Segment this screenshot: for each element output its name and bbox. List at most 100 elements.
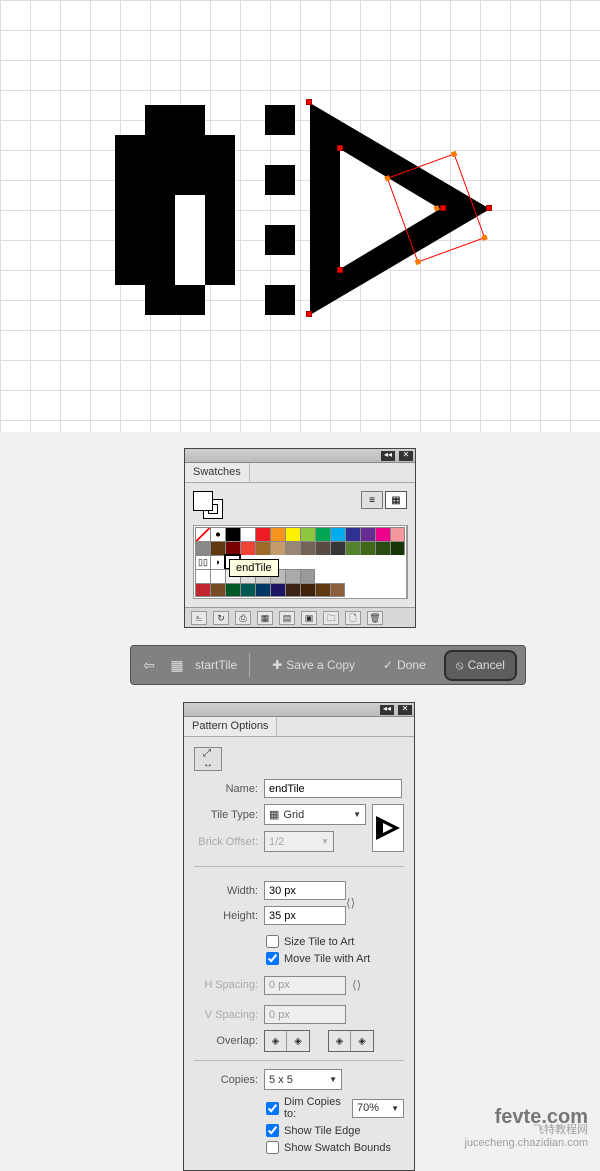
color-swatch[interactable] — [300, 541, 315, 555]
color-swatch[interactable] — [225, 583, 240, 597]
color-swatch[interactable] — [300, 527, 315, 541]
shape-rect[interactable] — [115, 135, 235, 285]
fill-stroke-indicator[interactable] — [193, 491, 225, 519]
grid-view-button[interactable]: ▦ — [385, 491, 407, 509]
color-swatch[interactable] — [390, 541, 405, 555]
save-copy-button[interactable]: ✚ Save a Copy — [262, 652, 365, 678]
move-tile-checkbox[interactable]: Move Tile with Art — [266, 952, 404, 965]
size-tile-checkbox[interactable]: Size Tile to Art — [266, 935, 404, 948]
color-swatch[interactable] — [300, 569, 315, 583]
color-swatch[interactable] — [240, 541, 255, 555]
color-swatch[interactable] — [240, 583, 255, 597]
color-swatch[interactable] — [270, 527, 285, 541]
anchor-point[interactable] — [306, 99, 312, 105]
copies-select[interactable]: 5 x 5 ▼ — [264, 1069, 342, 1090]
none-swatch[interactable] — [195, 527, 210, 541]
color-swatch[interactable] — [345, 527, 360, 541]
color-swatch[interactable] — [210, 569, 225, 583]
checkbox[interactable] — [266, 935, 279, 948]
color-swatch[interactable] — [285, 527, 300, 541]
color-swatch[interactable] — [270, 541, 285, 555]
show-tile-edge-checkbox[interactable]: Show Tile Edge — [266, 1124, 404, 1137]
color-swatch[interactable] — [255, 583, 270, 597]
color-swatch[interactable] — [330, 541, 345, 555]
color-swatch[interactable] — [255, 527, 270, 541]
footer-icon[interactable]: ↻ — [213, 611, 229, 625]
shape-rect[interactable] — [145, 285, 205, 315]
color-swatch[interactable] — [390, 527, 405, 541]
overlap-right-button[interactable]: ◈ — [287, 1031, 309, 1051]
show-swatch-bounds-checkbox[interactable]: Show Swatch Bounds — [266, 1141, 404, 1154]
footer-icon[interactable]: ▤ — [279, 611, 295, 625]
color-swatch[interactable] — [360, 541, 375, 555]
scrollbar[interactable] — [407, 525, 408, 599]
panel-close-icon[interactable]: ✕ — [398, 705, 412, 715]
tile-edge-tool[interactable]: ⤢↔ — [194, 747, 222, 771]
color-swatch[interactable] — [360, 527, 375, 541]
color-swatch[interactable] — [225, 541, 240, 555]
color-swatch[interactable] — [315, 527, 330, 541]
color-swatch[interactable] — [315, 541, 330, 555]
color-swatch[interactable] — [195, 583, 210, 597]
registration-swatch[interactable] — [210, 527, 225, 541]
footer-icon[interactable]: 🗑 — [367, 611, 383, 625]
fill-swatch[interactable] — [193, 491, 213, 511]
anchor-point[interactable] — [306, 311, 312, 317]
tab-pattern-options[interactable]: Pattern Options — [184, 717, 277, 736]
pattern-swatch[interactable]: ◗ — [210, 555, 225, 569]
list-view-button[interactable]: ≡ — [361, 491, 383, 509]
anchor-point[interactable] — [486, 205, 492, 211]
shape-dash[interactable] — [265, 165, 295, 195]
color-swatch[interactable] — [210, 583, 225, 597]
color-swatch[interactable] — [195, 541, 210, 555]
shape-rect[interactable] — [145, 105, 205, 135]
color-swatch[interactable] — [315, 583, 330, 597]
footer-icon[interactable]: ▦ — [257, 611, 273, 625]
footer-icon[interactable]: 🗋 — [345, 611, 361, 625]
color-swatch[interactable] — [300, 583, 315, 597]
color-swatch[interactable] — [270, 583, 285, 597]
checkbox[interactable] — [266, 1102, 279, 1115]
name-input[interactable] — [264, 779, 402, 798]
tiletype-select[interactable]: ▦ Grid ▼ — [264, 804, 366, 825]
panel-menu-icon[interactable]: ◂◂ — [381, 451, 395, 461]
footer-icon[interactable]: ▣ — [301, 611, 317, 625]
color-swatch[interactable] — [210, 541, 225, 555]
tab-swatches[interactable]: Swatches — [185, 463, 250, 482]
shape-dash[interactable] — [265, 105, 295, 135]
color-swatch[interactable] — [345, 541, 360, 555]
pattern-swatch[interactable]: ▯▯ — [195, 555, 210, 569]
color-swatch[interactable] — [285, 583, 300, 597]
color-swatch[interactable] — [330, 583, 345, 597]
color-swatch[interactable] — [285, 569, 300, 583]
shape-dash[interactable] — [265, 285, 295, 315]
checkbox[interactable] — [266, 952, 279, 965]
checkbox[interactable] — [266, 1124, 279, 1137]
cancel-button[interactable]: ⦸ Cancel — [444, 650, 517, 681]
shape-dash[interactable] — [265, 225, 295, 255]
selection-handle[interactable] — [433, 205, 439, 211]
link-dimensions-icon[interactable]: ⟨⟩ — [346, 889, 362, 917]
anchor-point[interactable] — [337, 267, 343, 273]
color-swatch[interactable] — [225, 527, 240, 541]
dim-copies-checkbox[interactable]: Dim Copies to: 70% ▼ — [266, 1096, 404, 1120]
color-swatch[interactable] — [240, 527, 255, 541]
panel-menu-icon[interactable]: ◂◂ — [380, 705, 394, 715]
color-swatch[interactable] — [375, 527, 390, 541]
footer-icon[interactable]: 🗀 — [323, 611, 339, 625]
dim-percent-select[interactable]: 70% ▼ — [352, 1099, 404, 1118]
selection-handle[interactable] — [384, 175, 390, 181]
color-swatch[interactable] — [285, 541, 300, 555]
panel-close-icon[interactable]: ✕ — [399, 451, 413, 461]
height-input[interactable] — [264, 906, 346, 925]
overlap-left-button[interactable]: ◈ — [265, 1031, 287, 1051]
color-swatch[interactable] — [330, 527, 345, 541]
overlap-bottom-button[interactable]: ◈ — [351, 1031, 373, 1051]
footer-icon[interactable]: ⎙ — [235, 611, 251, 625]
color-swatch[interactable] — [375, 541, 390, 555]
anchor-point[interactable] — [337, 145, 343, 151]
back-arrow-icon[interactable]: ⇦ — [139, 655, 159, 675]
footer-icon[interactable]: ⎁ — [191, 611, 207, 625]
canvas-artboard[interactable] — [0, 0, 600, 432]
width-input[interactable] — [264, 881, 346, 900]
